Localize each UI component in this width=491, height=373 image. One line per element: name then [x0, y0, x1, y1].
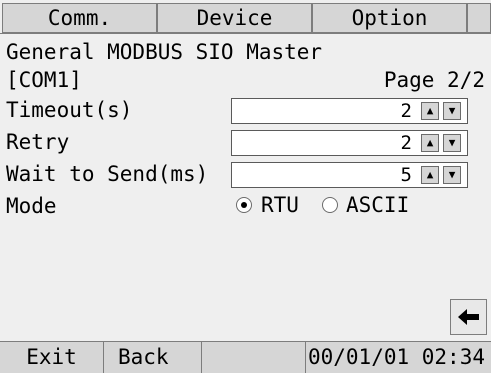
exit-button[interactable]: Exit [0, 342, 104, 373]
radio-rtu[interactable] [236, 197, 252, 213]
radio-ascii[interactable] [322, 197, 338, 213]
tab-divider [0, 33, 491, 34]
tab-device[interactable]: Device [157, 3, 312, 33]
tab-bar: Comm. Device Option [0, 0, 491, 38]
back-button[interactable]: Back [104, 342, 202, 373]
driver-title: General MODBUS SIO Master [6, 40, 323, 64]
up-triangle-icon[interactable]: ▲ [421, 102, 439, 120]
empty-footer-button[interactable] [202, 342, 306, 373]
modbus-settings-screen: Comm. Device Option General MODBUS SIO M… [0, 0, 491, 373]
clock-display: 00/01/01 02:34 [307, 345, 485, 369]
mode-label: Mode [6, 194, 57, 218]
tab-option[interactable]: Option [312, 3, 467, 33]
page-indicator: Page 2/2 [383, 68, 485, 92]
up-triangle-icon[interactable]: ▲ [421, 166, 439, 184]
port-label: [COM1] [6, 68, 82, 92]
left-arrow-icon [458, 309, 479, 325]
down-triangle-icon[interactable]: ▼ [443, 102, 461, 120]
down-triangle-icon[interactable]: ▼ [443, 134, 461, 152]
radio-selected-dot [241, 202, 247, 208]
wait-label: Wait to Send(ms) [6, 162, 209, 186]
retry-value: 2 [400, 132, 412, 154]
retry-field[interactable]: 2 ▲ ▼ [231, 130, 468, 156]
timeout-value: 2 [400, 100, 412, 122]
timeout-field[interactable]: 2 ▲ ▼ [231, 98, 468, 124]
up-triangle-icon[interactable]: ▲ [421, 134, 439, 152]
radio-ascii-label[interactable]: ASCII [346, 192, 409, 218]
down-triangle-icon[interactable]: ▼ [443, 166, 461, 184]
retry-label: Retry [6, 130, 70, 154]
radio-rtu-label[interactable]: RTU [261, 192, 299, 218]
tab-empty[interactable] [467, 3, 491, 33]
timeout-label: Timeout(s) [6, 98, 133, 122]
wait-value: 5 [400, 164, 412, 186]
back-arrow-button[interactable] [450, 299, 487, 335]
wait-field[interactable]: 5 ▲ ▼ [231, 162, 468, 188]
bottom-bar: Exit Back 00/01/01 02:34 [0, 341, 491, 373]
tab-comm[interactable]: Comm. [2, 3, 157, 33]
